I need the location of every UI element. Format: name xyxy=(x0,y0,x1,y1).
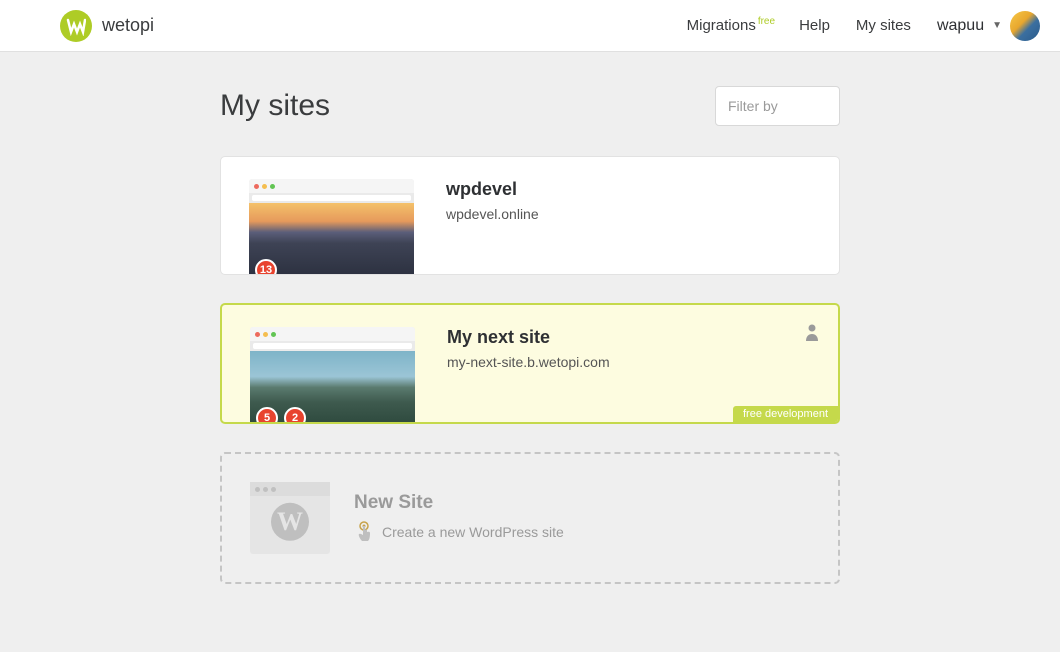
main-content: My sites 13 wpdevel wpdevel.online 52 My… xyxy=(220,52,840,624)
count-badge: 5 xyxy=(256,407,278,422)
nav-help[interactable]: Help xyxy=(799,17,830,34)
avatar xyxy=(1010,11,1040,41)
new-site-card[interactable]: W New Site Create a new WordPress site xyxy=(220,452,840,584)
site-thumbnail: 52 xyxy=(250,327,415,422)
sites-list: 13 wpdevel wpdevel.online 52 My next sit… xyxy=(220,156,840,424)
site-title: My next site xyxy=(447,327,816,348)
site-card-body: wpdevel wpdevel.online xyxy=(414,179,817,274)
person-icon xyxy=(804,323,820,346)
count-badge: 13 xyxy=(255,259,277,274)
page-header: My sites xyxy=(220,86,840,126)
site-domain: wpdevel.online xyxy=(446,206,817,222)
free-badge: free xyxy=(758,16,775,27)
site-card[interactable]: 13 wpdevel wpdevel.online xyxy=(220,156,840,275)
new-site-title: New Site xyxy=(354,492,564,514)
filter-input[interactable] xyxy=(715,86,840,126)
site-card[interactable]: 52 My next site my-next-site.b.wetopi.co… xyxy=(220,303,840,424)
wordpress-icon: W xyxy=(271,503,309,541)
site-title: wpdevel xyxy=(446,179,817,200)
page-title: My sites xyxy=(220,89,330,123)
count-badge: 2 xyxy=(284,407,306,422)
top-header: wetopi Migrationsfree Help My sites wapu… xyxy=(0,0,1060,52)
nav-migrations-label: Migrations xyxy=(687,17,756,34)
chevron-down-icon: ▼ xyxy=(992,20,1002,31)
tap-icon xyxy=(354,520,374,544)
new-site-thumb: W xyxy=(250,482,330,554)
new-site-body: New Site Create a new WordPress site xyxy=(330,492,564,544)
brand-logo[interactable]: wetopi xyxy=(60,10,154,42)
nav-my-sites[interactable]: My sites xyxy=(856,17,911,34)
new-site-subtitle-row: Create a new WordPress site xyxy=(354,520,564,544)
nav-migrations[interactable]: Migrationsfree xyxy=(687,17,773,34)
new-site-subtitle: Create a new WordPress site xyxy=(382,524,564,540)
site-domain: my-next-site.b.wetopi.com xyxy=(447,354,816,370)
main-nav: Migrationsfree Help My sites wapuu ▼ xyxy=(687,11,1040,41)
user-menu[interactable]: wapuu ▼ xyxy=(937,11,1040,41)
user-name: wapuu xyxy=(937,17,984,35)
brand-name: wetopi xyxy=(102,15,154,36)
site-thumbnail: 13 xyxy=(249,179,414,274)
ribbon-label: free development xyxy=(733,406,838,422)
logo-icon xyxy=(60,10,92,42)
